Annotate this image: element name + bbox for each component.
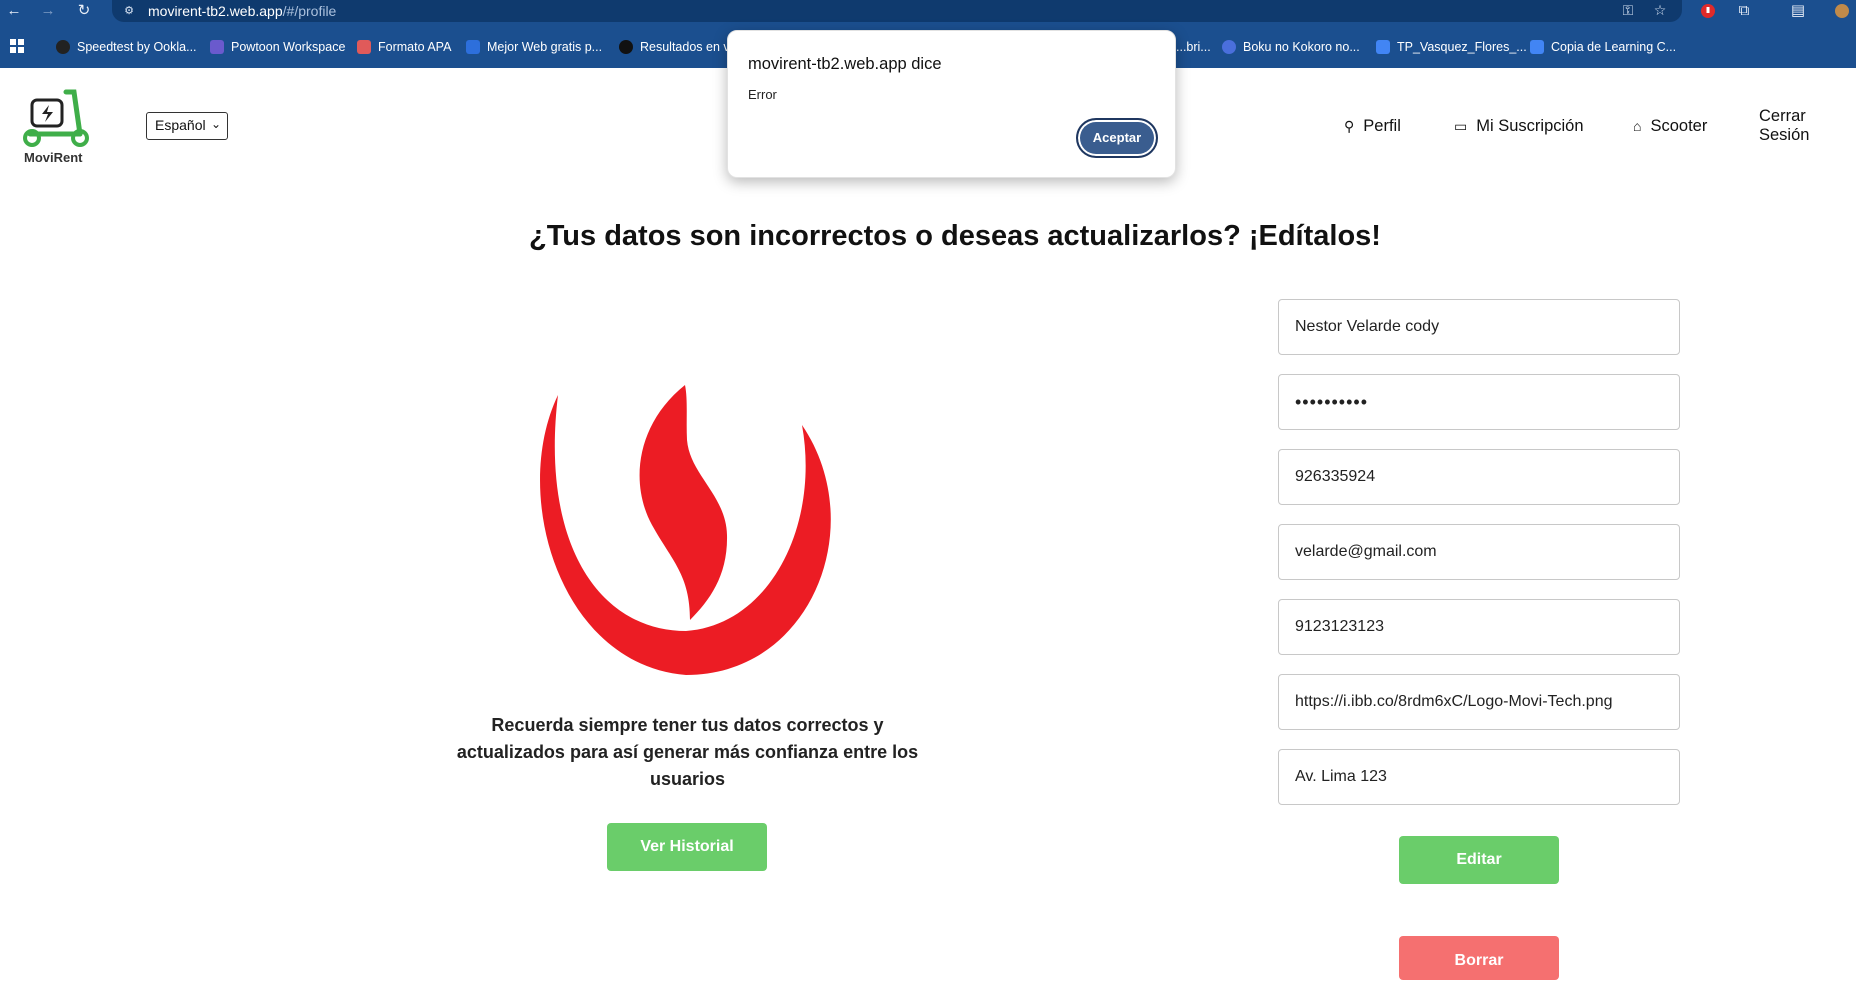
nav-logout[interactable]: Cerrar Sesión [1759, 107, 1856, 144]
page-title: ¿Tus datos son incorrectos o deseas actu… [529, 220, 1381, 252]
upc-logo-icon [540, 385, 832, 679]
user-icon: ⚲ [1344, 117, 1355, 134]
email-field[interactable]: velarde@gmail.com [1278, 524, 1680, 580]
password-key-icon[interactable]: ⚿ [1618, 2, 1638, 19]
dialog-title: movirent-tb2.web.app dice [748, 55, 942, 73]
powtoon-icon [210, 40, 224, 54]
nav-scooter[interactable]: ⌂ Scooter [1633, 114, 1707, 138]
bookmark-tp[interactable]: TP_Vasquez_Flores_... [1376, 38, 1527, 56]
bookmark-web[interactable]: Mejor Web gratis p... [466, 38, 602, 56]
language-select[interactable]: Español ⌄ [146, 112, 228, 140]
reminder-text: Recuerda siempre tener tus datos correct… [456, 715, 919, 789]
book-icon [357, 40, 371, 54]
photo-url-field[interactable]: https://i.ibb.co/8rdm6xC/Logo-Movi-Tech.… [1278, 674, 1680, 730]
bookmark-learning[interactable]: Copia de Learning C... [1530, 38, 1676, 56]
bookmark-boku[interactable]: Boku no Kokoro no... [1222, 38, 1360, 56]
edit-button[interactable]: Editar [1399, 836, 1559, 884]
docs-icon [1530, 40, 1544, 54]
web-icon [466, 40, 480, 54]
credit-card-icon: ▭ [1454, 117, 1468, 134]
dialog-accept-button[interactable]: Aceptar [1076, 118, 1158, 158]
name-field[interactable]: Nestor Velarde cody [1278, 299, 1680, 355]
bookmark-resultados[interactable]: Resultados en vi [619, 38, 732, 56]
phone-field[interactable]: 926335924 [1278, 449, 1680, 505]
back-icon[interactable]: ← [2, 0, 26, 22]
reload-icon[interactable]: ↻ [72, 0, 96, 22]
dialog-message: Error [748, 87, 777, 102]
bookmark-apa[interactable]: Formato APA [357, 38, 451, 56]
store-icon: ⌂ [1633, 118, 1642, 134]
nav-subscription[interactable]: ▭ Mi Suscripción [1454, 114, 1584, 138]
nav-profile-label: Perfil [1363, 116, 1401, 135]
password-field[interactable]: •••••••••• [1278, 374, 1680, 430]
nav-subscription-label: Mi Suscripción [1476, 116, 1584, 135]
bookmark-partial[interactable]: ...bri... [1176, 38, 1211, 56]
nav-profile[interactable]: ⚲ Perfil [1344, 114, 1401, 138]
bookmark-star-icon[interactable]: ☆ [1650, 2, 1670, 19]
side-panel-icon[interactable]: ▤ [1786, 0, 1810, 22]
results-icon [619, 40, 633, 54]
address-field[interactable]: Av. Lima 123 [1278, 749, 1680, 805]
nav-scooter-label: Scooter [1650, 116, 1708, 135]
delete-button[interactable]: Borrar [1399, 936, 1559, 980]
bookmark-speedtest[interactable]: Speedtest by Ookla... [56, 38, 197, 56]
apps-grid-icon[interactable] [10, 39, 24, 53]
browser-toolbar: ← → ↻ ⚙ movirent-tb2.web.app/#/profile ⚿… [0, 0, 1856, 24]
speedtest-icon [56, 40, 70, 54]
url-text[interactable]: movirent-tb2.web.app/#/profile [148, 3, 336, 19]
address-bar[interactable]: ⚙ movirent-tb2.web.app/#/profile ⚿ ☆ [112, 0, 1682, 22]
docs-icon [1376, 40, 1390, 54]
history-button[interactable]: Ver Historial [607, 823, 767, 871]
alert-dialog: movirent-tb2.web.app dice Error Aceptar [727, 30, 1176, 178]
language-value: Español [155, 117, 206, 133]
profile-avatar-icon[interactable] [1830, 0, 1854, 22]
chat-icon [1222, 40, 1236, 54]
extensions-puzzle-icon[interactable]: ⧉ [1732, 0, 1756, 22]
extension-red-icon[interactable] [1696, 0, 1720, 22]
site-settings-icon[interactable]: ⚙ [122, 4, 136, 18]
nav-logout-label: Cerrar Sesión [1759, 107, 1810, 144]
chevron-down-icon: ⌄ [210, 117, 221, 131]
logo-text: MoviRent [24, 150, 83, 165]
dni-field[interactable]: 9123123123 [1278, 599, 1680, 655]
forward-icon[interactable]: → [36, 0, 60, 22]
bookmark-powtoon[interactable]: Powtoon Workspace [210, 38, 345, 56]
